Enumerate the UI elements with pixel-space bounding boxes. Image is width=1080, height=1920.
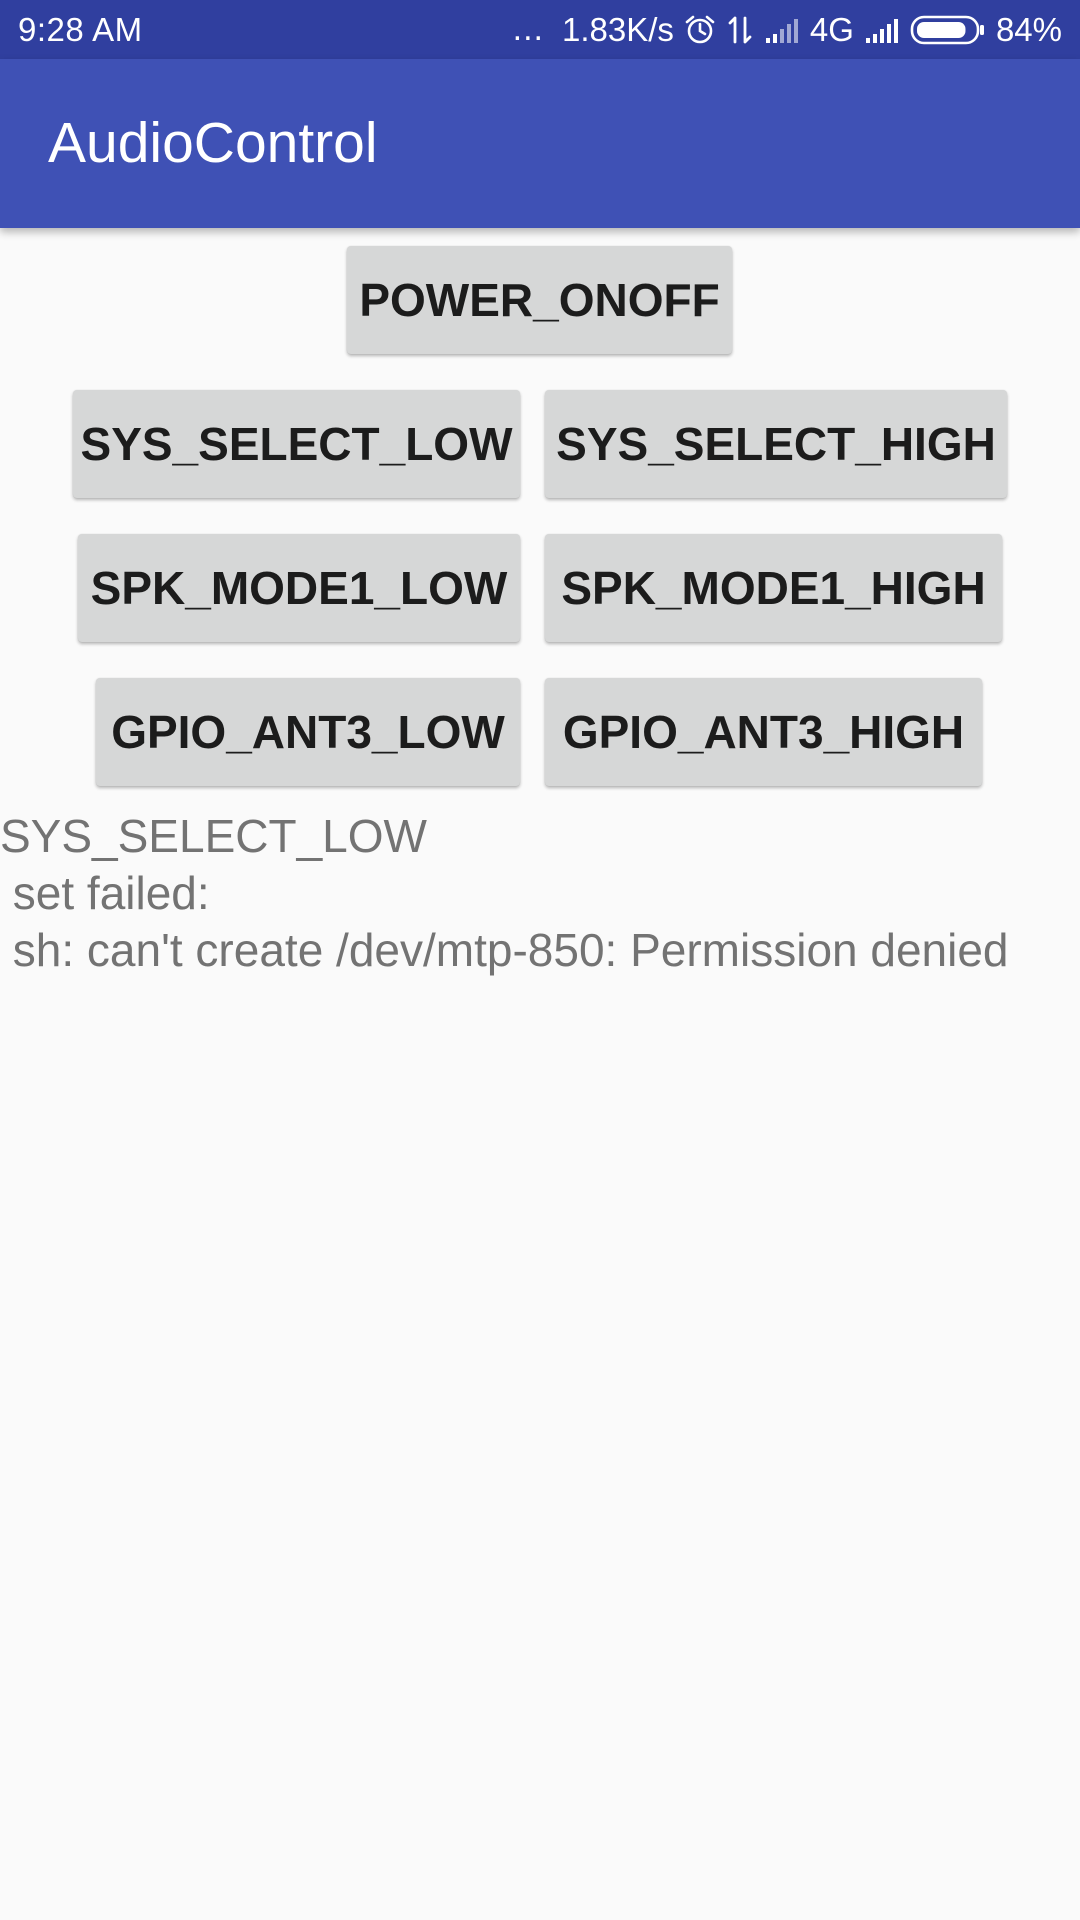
power-onoff-button[interactable]: POWER_ONOFF <box>347 246 732 354</box>
sys-select-low-button[interactable]: SYS_SELECT_LOW <box>73 390 520 498</box>
data-transfer-icon <box>726 14 754 46</box>
spk-mode1-low-button[interactable]: SPK_MODE1_LOW <box>78 534 520 642</box>
output-log: SYS_SELECT_LOW set failed: sh: can't cre… <box>0 808 1080 979</box>
gpio-ant3-low-button[interactable]: GPIO_ANT3_LOW <box>96 678 520 786</box>
app-bar: AudioControl <box>0 59 1080 228</box>
signal-icon <box>764 16 800 44</box>
output-line: set failed: <box>0 867 210 919</box>
output-line: SYS_SELECT_LOW <box>0 810 427 862</box>
battery-icon <box>910 14 986 46</box>
signal-icon <box>864 16 900 44</box>
spk-mode1-high-button[interactable]: SPK_MODE1_HIGH <box>545 534 1002 642</box>
more-notifications-indicator: ... <box>512 10 544 48</box>
app-title: AudioControl <box>48 111 378 175</box>
sys-select-high-button[interactable]: SYS_SELECT_HIGH <box>545 390 1007 498</box>
status-indicators: ... 1.83K/s 4G 84% <box>513 0 1062 59</box>
network-type: 4G <box>809 11 854 48</box>
gpio-ant3-high-button[interactable]: GPIO_ANT3_HIGH <box>545 678 982 786</box>
battery-percent: 84% <box>995 11 1062 48</box>
status-time: 9:28 AM <box>18 11 143 48</box>
alarm-icon <box>684 14 716 46</box>
output-line: sh: can't create /dev/mtp-850: Permissio… <box>0 924 1009 976</box>
network-speed: 1.83K/s <box>561 11 674 48</box>
status-bar: 9:28 AM ... 1.83K/s 4G 84% <box>0 0 1080 59</box>
